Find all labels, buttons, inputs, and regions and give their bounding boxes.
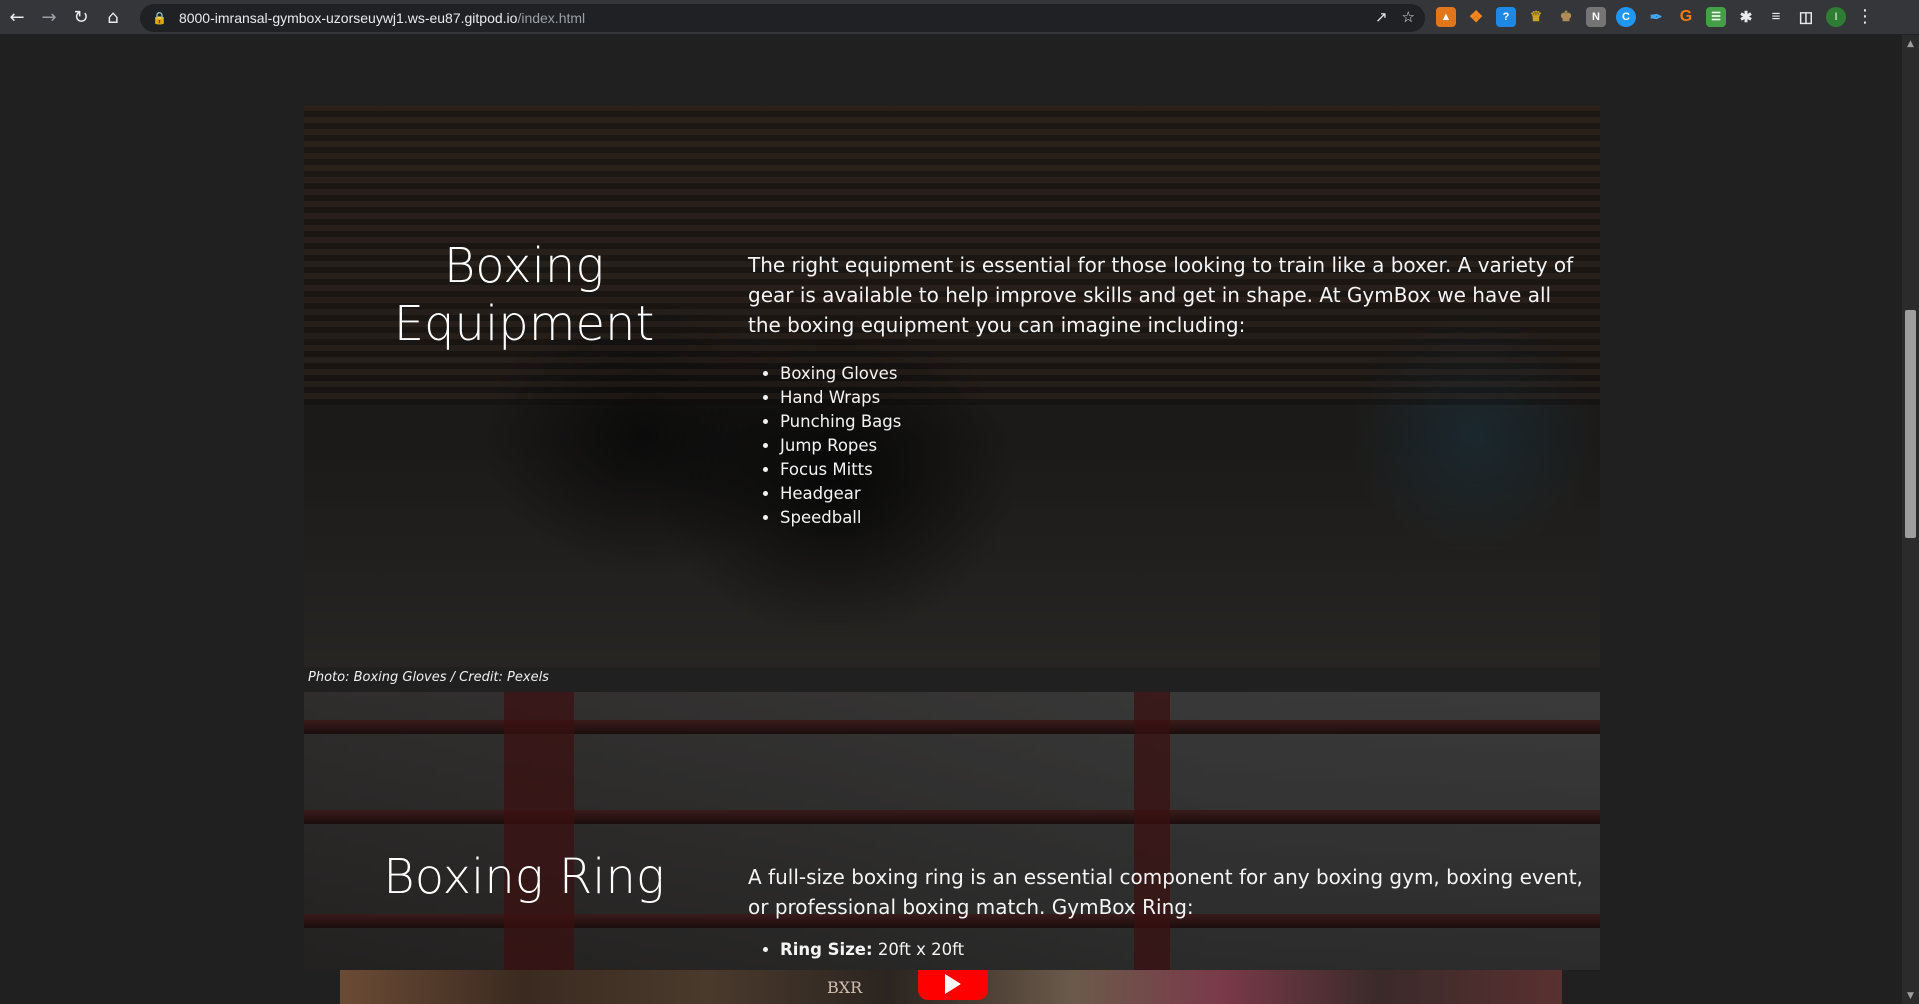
forward-arrow-icon[interactable]: → [34,2,64,32]
equipment-body: The right equipment is essential for tho… [748,250,1583,530]
menu-kebab-icon[interactable]: ⋮ [1856,6,1874,27]
extensions-bar: ▲ ❖ ? ♛ ♚ N C ✒ G ☰ ✱ ≡ ◫ I ⋮ [1436,6,1874,27]
scroll-up-arrow-icon[interactable]: ▲ [1902,35,1919,52]
ring-section: Boxing Ring A full-size boxing ring is a… [304,692,1600,970]
puzzle-extensions-icon[interactable]: ✱ [1736,7,1756,27]
share-icon[interactable]: ↗ [1375,8,1388,26]
equipment-list: Boxing Gloves Hand Wraps Punching Bags J… [780,362,1583,530]
side-panel-icon[interactable]: ◫ [1796,7,1816,27]
list-item: Jump Ropes [780,434,1583,458]
scroll-down-arrow-icon[interactable]: ▼ [1902,987,1919,1004]
grammarly-extension-icon[interactable]: G [1676,7,1696,27]
url-path: /index.html [517,10,586,26]
list-item: Speedball [780,506,1583,530]
eyedropper-extension-icon[interactable]: ✒ [1646,7,1666,27]
metamask-extension-icon[interactable]: ▲ [1436,6,1456,27]
scrollbar-thumb[interactable] [1905,310,1916,538]
reload-icon[interactable]: ↻ [66,2,96,32]
lock-icon[interactable]: 🔒 [152,11,167,25]
crest-extension-icon[interactable]: ♛ [1526,7,1546,27]
grey-extension-icon[interactable]: N [1586,6,1606,27]
youtube-play-button[interactable] [918,970,988,1000]
list-item: Headgear [780,482,1583,506]
equipment-section: Boxing Equipment The right equipment is … [304,105,1600,667]
list-item: Boxing Gloves [780,362,1583,386]
ring-body: A full-size boxing ring is an essential … [748,862,1583,962]
list-item: Ring Size: 20ft x 20ft [780,938,1583,962]
orange-extension-icon[interactable]: ❖ [1466,7,1486,27]
browser-toolbar: ← → ↻ ⌂ 🔒 8000-imransal-gymbox-uzorseuyw… [0,0,1919,35]
photo-caption: Photo: Boxing Gloves / Credit: Pexels [308,670,549,685]
embedded-video[interactable]: BXR [340,970,1562,1004]
equipment-title: Boxing Equipment [393,238,655,352]
bookmark-star-icon[interactable]: ☆ [1402,8,1415,26]
video-sign-text: BXR [827,978,863,997]
list-item: Focus Mitts [780,458,1583,482]
crown-extension-icon[interactable]: ♚ [1556,7,1576,27]
page-scrollbar[interactable]: ▲ ▼ [1902,35,1919,1004]
list-item: Punching Bags [780,410,1583,434]
profile-avatar[interactable]: I [1826,6,1846,27]
reading-list-icon[interactable]: ≡ [1766,7,1786,27]
list-item: Hand Wraps [780,386,1583,410]
ring-list: Ring Size: 20ft x 20ft [780,938,1583,962]
address-bar[interactable]: 🔒 8000-imransal-gymbox-uzorseuywj1.ws-eu… [140,4,1425,32]
equipment-intro: The right equipment is essential for tho… [748,253,1574,337]
green-extension-icon[interactable]: ☰ [1706,6,1726,27]
blue-extension-icon[interactable]: ? [1496,6,1516,27]
home-icon[interactable]: ⌂ [98,2,128,32]
ring-size-value: 20ft x 20ft [872,940,965,959]
back-arrow-icon[interactable]: ← [2,2,32,32]
ring-size-label: Ring Size: [780,940,873,959]
play-icon [945,974,961,994]
url-host: 8000-imransal-gymbox-uzorseuywj1.ws-eu87… [178,10,518,26]
ring-intro: A full-size boxing ring is an essential … [748,865,1583,919]
blue-circle-extension-icon[interactable]: C [1616,6,1636,27]
ring-title: Boxing Ring [383,849,665,905]
